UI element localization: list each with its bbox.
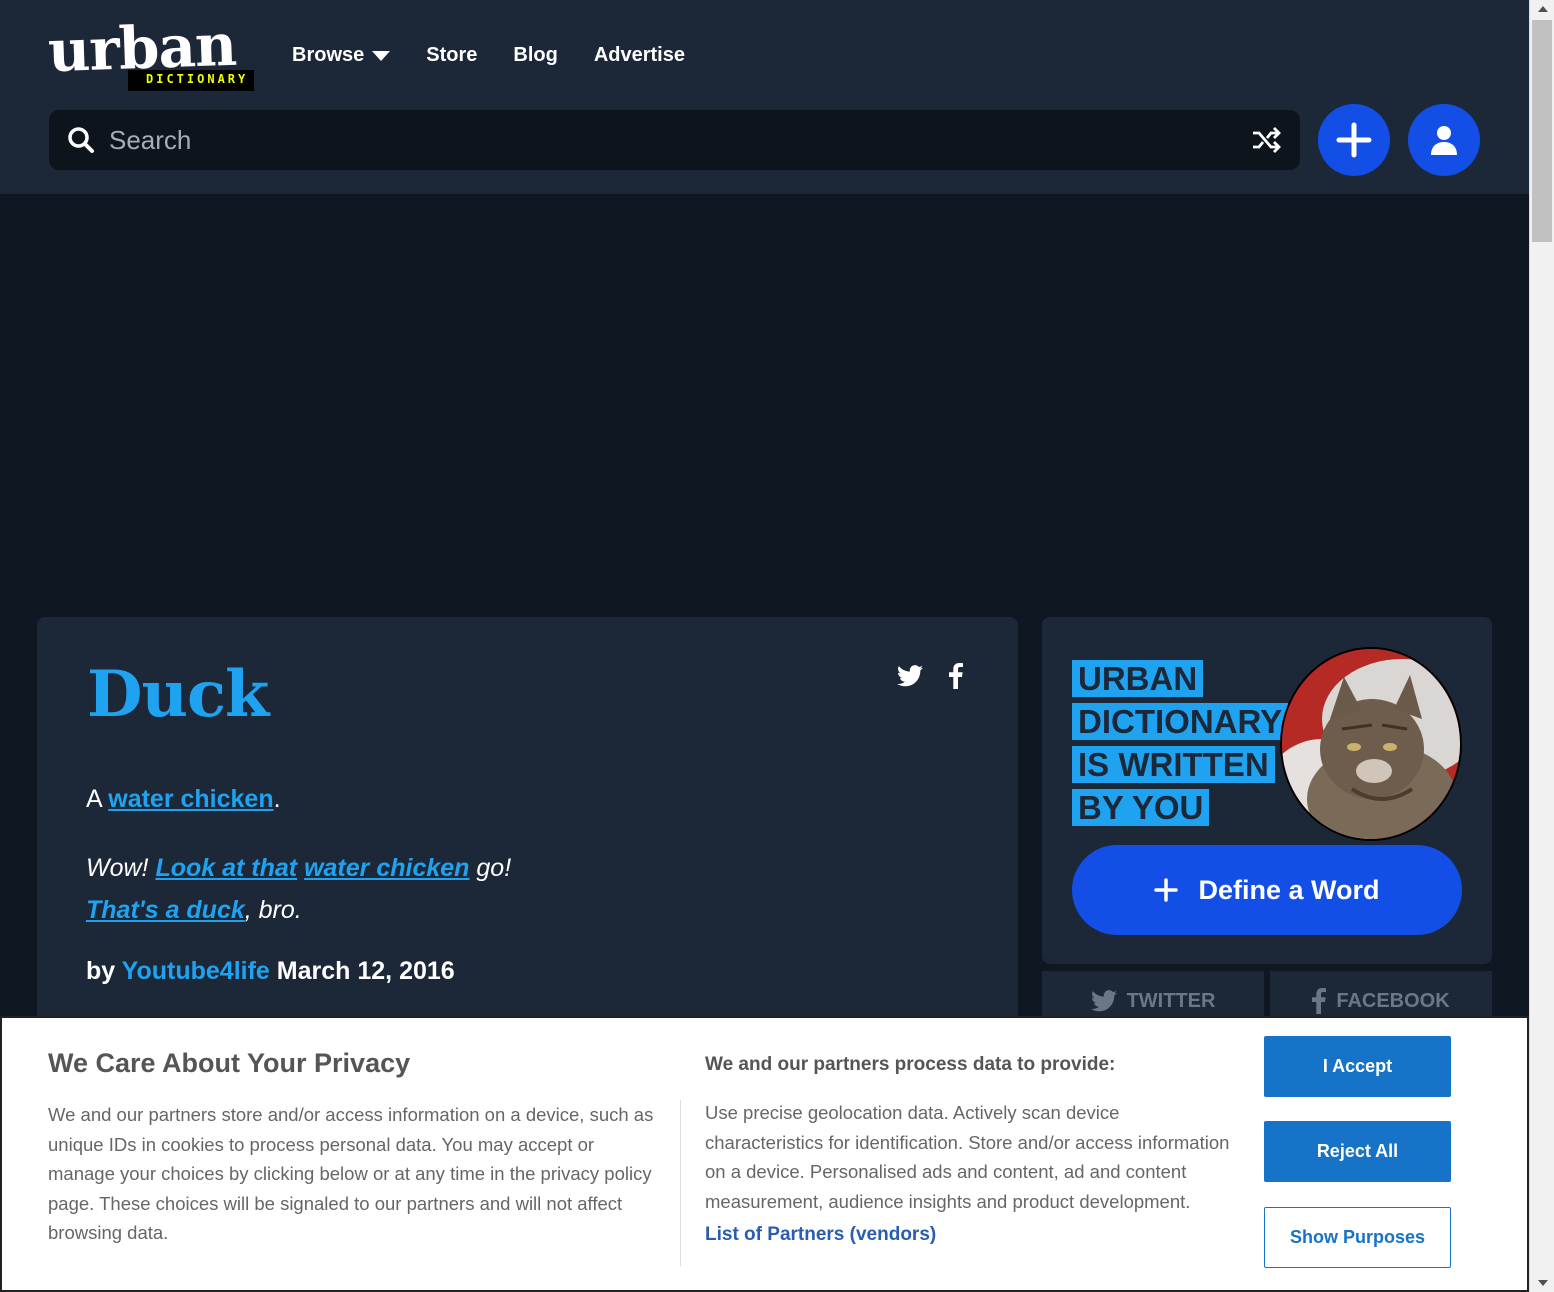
nav-browse[interactable]: Browse bbox=[292, 40, 391, 70]
search-bar bbox=[49, 110, 1300, 170]
cat-illustration bbox=[1282, 649, 1460, 839]
word-title[interactable]: Duck bbox=[87, 657, 269, 732]
logo-tag: DICTIONARY bbox=[128, 70, 255, 91]
user-account-button[interactable] bbox=[1408, 104, 1480, 176]
definition-card: Duck A water chicken. Wow! Look at that … bbox=[37, 617, 1018, 1037]
ad-placeholder bbox=[0, 194, 1529, 617]
plus-icon bbox=[1154, 878, 1179, 902]
show-purposes-button[interactable]: Show Purposes bbox=[1264, 1207, 1451, 1268]
meaning-suffix: . bbox=[273, 785, 281, 813]
byline: by Youtube4life March 12, 2016 bbox=[86, 957, 455, 986]
heading-line: DICTIONARY bbox=[1072, 703, 1289, 740]
nav-store[interactable]: Store bbox=[426, 40, 477, 70]
twitter-icon[interactable] bbox=[897, 665, 923, 687]
search-input[interactable] bbox=[109, 110, 1229, 170]
heading-line: IS WRITTEN bbox=[1072, 746, 1275, 783]
nav-advertise[interactable]: Advertise bbox=[594, 40, 685, 70]
link-water-chicken[interactable]: water chicken bbox=[108, 785, 273, 813]
site-header: urban DICTIONARY Browse Store Blog Adver… bbox=[0, 0, 1529, 194]
example-line-1: Wow! Look at that water chicken go! bbox=[86, 847, 511, 889]
link-water-chicken-example[interactable]: water chicken bbox=[304, 854, 469, 882]
nav-blog[interactable]: Blog bbox=[513, 40, 557, 70]
facebook-icon bbox=[1312, 988, 1327, 1014]
definition-meaning: A water chicken. bbox=[86, 785, 281, 814]
urban-dictionary-logo[interactable]: urban DICTIONARY bbox=[47, 11, 278, 96]
meaning-prefix: A bbox=[86, 785, 109, 813]
scroll-thumb[interactable] bbox=[1532, 20, 1552, 242]
facebook-icon[interactable] bbox=[949, 663, 963, 689]
privacy-title: We Care About Your Privacy bbox=[48, 1048, 411, 1078]
example-line-2: That's a duck, bro. bbox=[86, 889, 511, 931]
author-link[interactable]: Youtube4life bbox=[122, 957, 270, 985]
define-a-word-label: Define a Word bbox=[1198, 874, 1380, 905]
process-title: We and our partners process data to prov… bbox=[705, 1054, 1116, 1075]
plus-icon bbox=[1336, 122, 1372, 158]
twitter-icon bbox=[1090, 990, 1117, 1012]
main-nav: Browse Store Blog Advertise bbox=[292, 40, 721, 70]
divider bbox=[680, 1100, 681, 1266]
accept-button[interactable]: I Accept bbox=[1264, 1036, 1451, 1097]
chevron-down-icon bbox=[372, 51, 391, 61]
list-of-partners-link[interactable]: List of Partners (vendors) bbox=[705, 1224, 936, 1246]
process-text: Use precise geolocation data. Actively s… bbox=[705, 1102, 1230, 1212]
define-a-word-button[interactable]: Define a Word bbox=[1072, 845, 1462, 935]
example-pre: Wow! bbox=[86, 854, 156, 882]
definition-example: Wow! Look at that water chicken go! That… bbox=[86, 847, 511, 931]
link-look-at-that[interactable]: Look at that bbox=[155, 854, 297, 882]
user-icon bbox=[1431, 126, 1457, 155]
reject-all-button[interactable]: Reject All bbox=[1264, 1121, 1451, 1182]
add-definition-button[interactable] bbox=[1318, 104, 1390, 176]
shuffle-icon[interactable] bbox=[1250, 125, 1282, 155]
heading-line: BY YOU bbox=[1072, 789, 1210, 826]
search-icon bbox=[68, 127, 94, 153]
twitter-label: TWITTER bbox=[1126, 989, 1216, 1012]
scroll-down-arrow-icon[interactable] bbox=[1538, 1280, 1548, 1286]
page-scrollbar[interactable] bbox=[1529, 0, 1554, 1292]
by-label: by bbox=[86, 957, 122, 985]
written-by-you-heading: URBAN DICTIONARY IS WRITTEN BY YOU bbox=[1072, 657, 1302, 829]
link-thats-a-duck[interactable]: That's a duck bbox=[86, 896, 245, 924]
privacy-consent-banner: We Care About Your Privacy We and our pa… bbox=[0, 1016, 1529, 1292]
date: March 12, 2016 bbox=[269, 957, 455, 985]
example-post: go! bbox=[469, 854, 512, 882]
example-line2-post: , bro. bbox=[244, 896, 302, 924]
facebook-label: FACEBOOK bbox=[1336, 989, 1450, 1012]
cat-avatar-image bbox=[1280, 647, 1462, 841]
written-by-you-card: URBAN DICTIONARY IS WRITTEN BY YOU Defin… bbox=[1042, 617, 1492, 964]
heading-line: URBAN bbox=[1072, 660, 1204, 697]
privacy-text: We and our partners store and/or access … bbox=[48, 1104, 654, 1243]
nav-browse-label: Browse bbox=[292, 44, 365, 66]
scroll-up-arrow-icon[interactable] bbox=[1538, 6, 1548, 12]
